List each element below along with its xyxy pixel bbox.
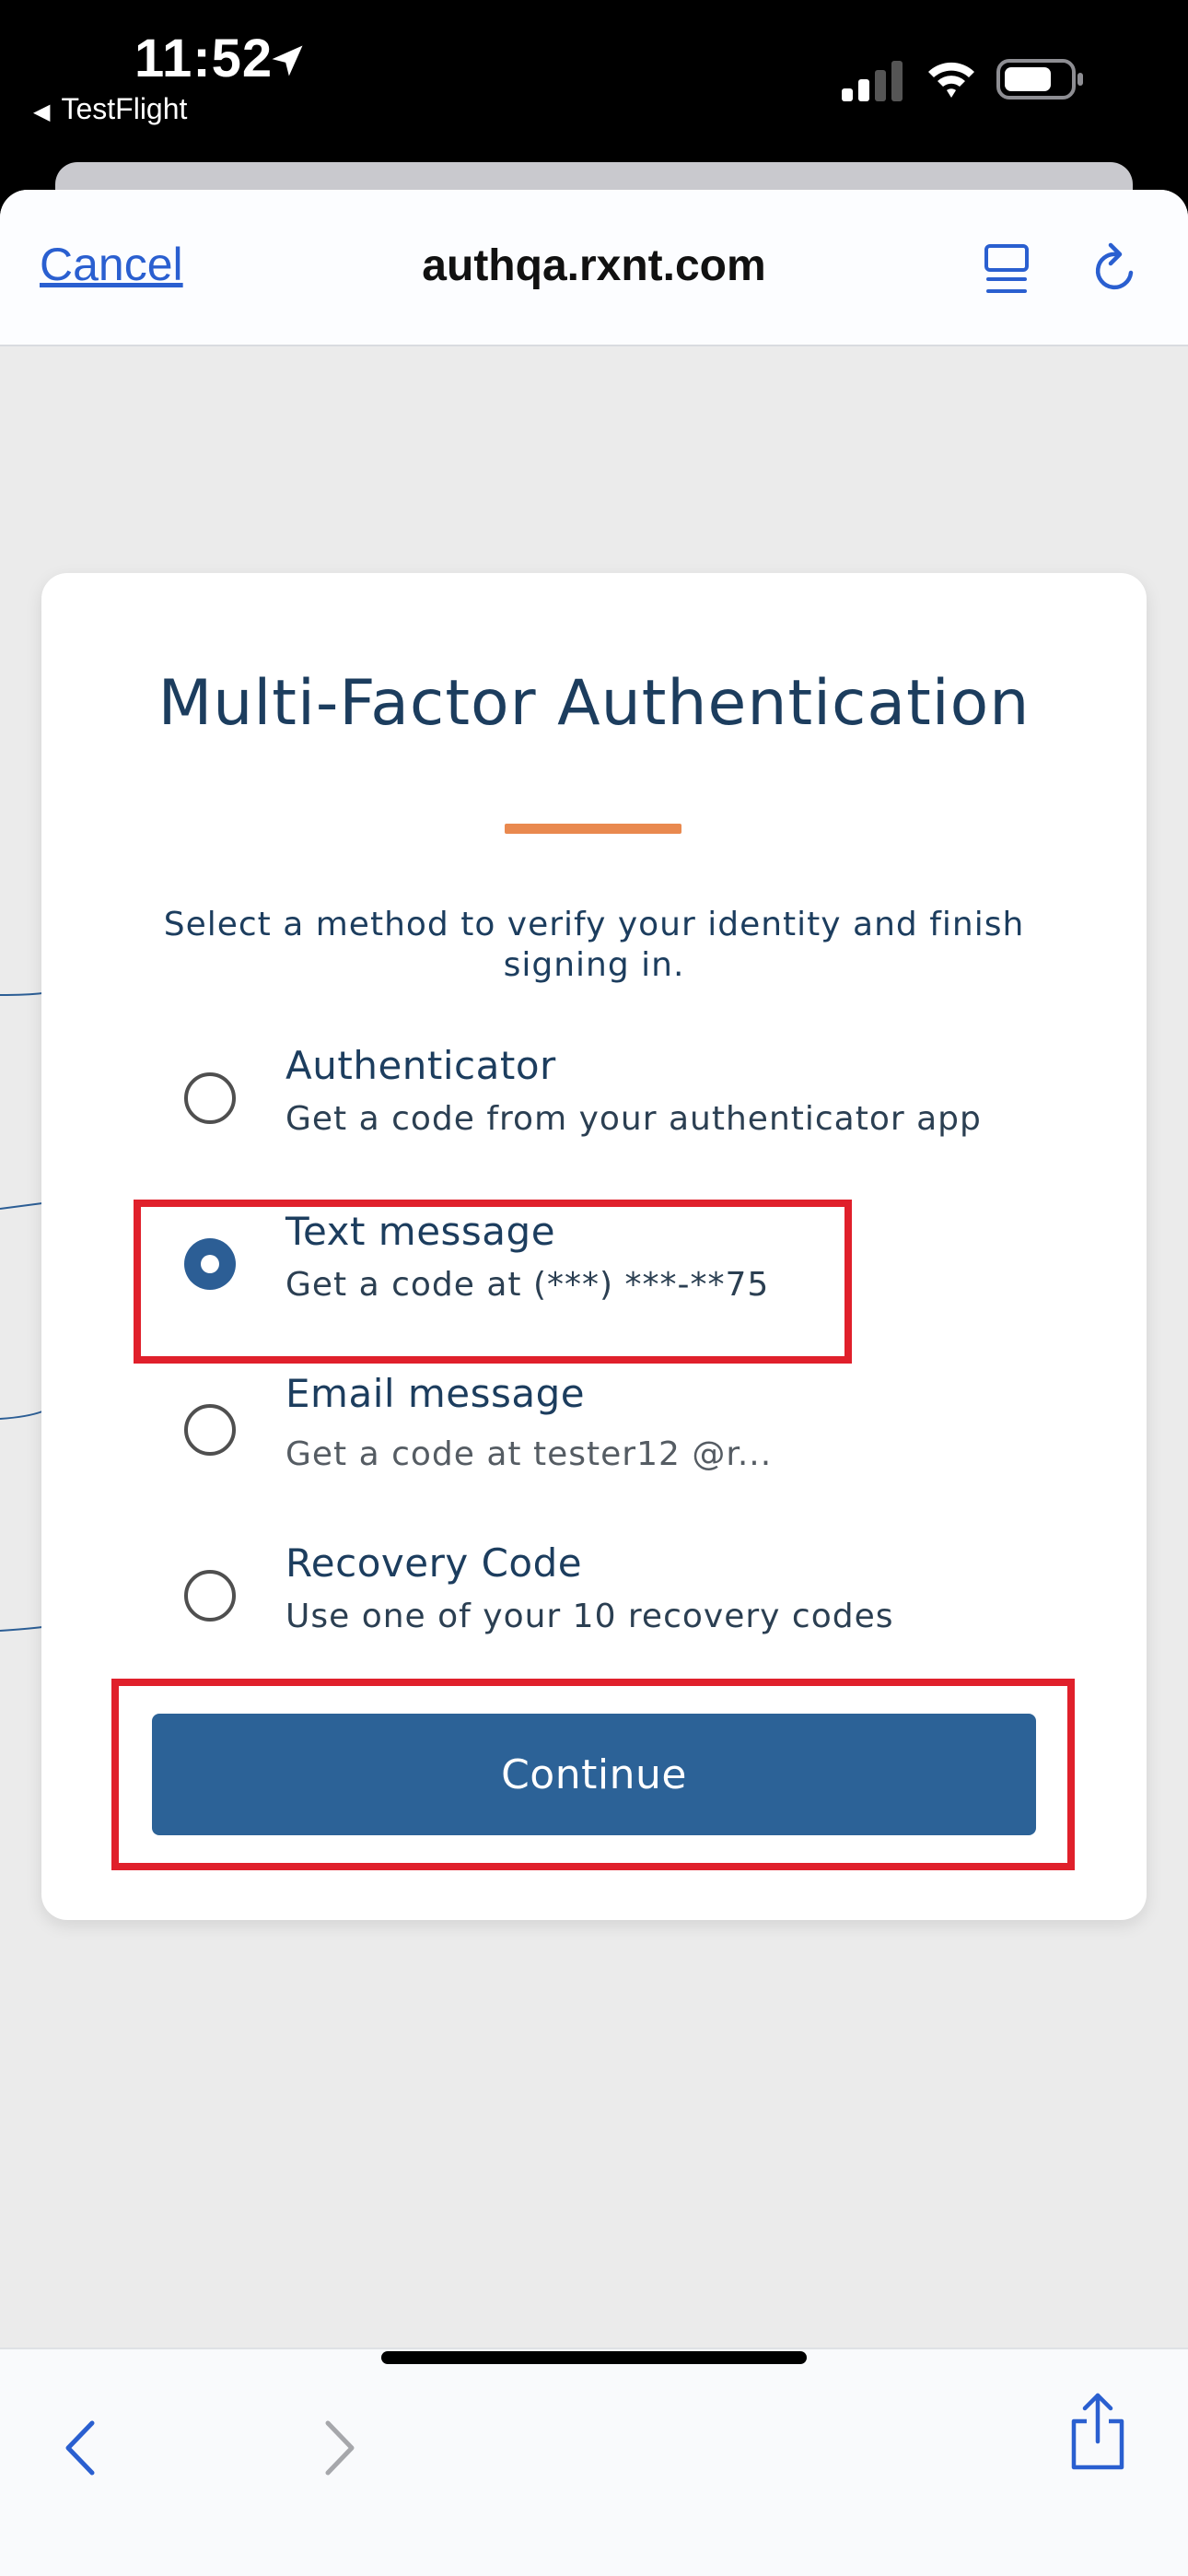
option-email-message[interactable]: Email message Get a code at tester12 @r.… xyxy=(134,1362,1054,1491)
wifi-icon xyxy=(928,62,974,98)
radio-text-message[interactable] xyxy=(184,1238,236,1290)
location-arrow-icon xyxy=(272,45,303,76)
back-app-label: TestFlight xyxy=(61,92,188,125)
radio-recovery-code[interactable] xyxy=(184,1570,236,1622)
reader-mode-icon[interactable] xyxy=(984,243,1030,297)
option-description: Get a code at tester12 @r... xyxy=(285,1435,773,1473)
in-app-browser: Cancel authqa.rxnt.com Multi-Factor Auth… xyxy=(0,190,1188,2576)
option-label: Recovery Code xyxy=(285,1540,583,1586)
option-description: Use one of your 10 recovery codes xyxy=(285,1598,894,1635)
browser-toolbar xyxy=(0,2348,1188,2576)
option-label: Text message xyxy=(285,1209,556,1254)
back-triangle-icon: ◀ xyxy=(33,100,51,124)
option-description: Get a code from your authenticator app xyxy=(285,1100,982,1138)
radio-email-message[interactable] xyxy=(184,1404,236,1456)
option-description: Get a code at (***) ***-**75 xyxy=(285,1266,770,1304)
chevron-right-icon xyxy=(325,2420,355,2476)
page-subtitle: Select a method to verify your identity … xyxy=(163,906,1025,984)
battery-icon xyxy=(996,59,1083,100)
back-to-app-link[interactable]: ◀ TestFlight xyxy=(33,92,187,126)
option-recovery-code[interactable]: Recovery Code Use one of your 10 recover… xyxy=(134,1531,1054,1660)
home-indicator[interactable] xyxy=(381,2351,807,2364)
option-authenticator[interactable]: Authenticator Get a code from your authe… xyxy=(134,1034,1054,1163)
option-label: Authenticator xyxy=(285,1043,556,1088)
browser-header: Cancel authqa.rxnt.com xyxy=(0,190,1188,346)
signal-icon xyxy=(842,61,903,101)
page-title: Multi-Factor Authentication xyxy=(157,667,1031,740)
share-icon[interactable] xyxy=(1068,2390,1127,2471)
option-label: Email message xyxy=(285,1371,586,1416)
chevron-left-icon[interactable] xyxy=(57,2416,103,2480)
option-text-message[interactable]: Text message Get a code at (***) ***-**7… xyxy=(134,1200,1054,1329)
continue-button[interactable]: Continue xyxy=(152,1714,1036,1835)
status-time: 11:52 xyxy=(134,29,274,88)
mfa-card: Multi-Factor Authentication Select a met… xyxy=(41,573,1147,1920)
title-underline xyxy=(505,824,681,834)
web-content: Multi-Factor Authentication Select a met… xyxy=(0,346,1188,2348)
reload-icon[interactable] xyxy=(1089,241,1140,297)
radio-authenticator[interactable] xyxy=(184,1072,236,1124)
